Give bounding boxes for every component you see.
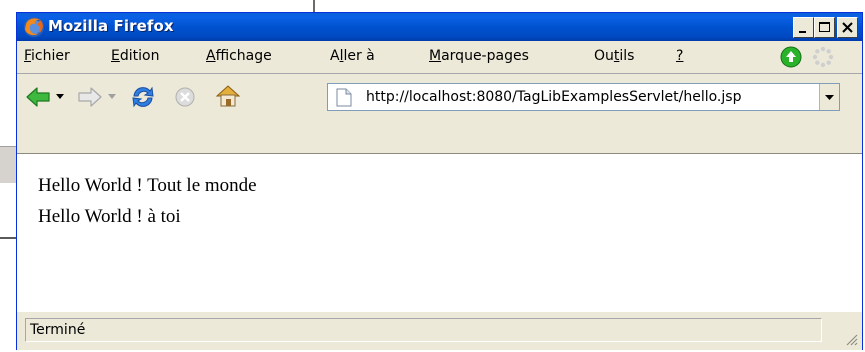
menu-marque-pages[interactable]: Marque-pages <box>429 48 529 64</box>
minimize-button[interactable] <box>793 17 814 38</box>
menu-aller-a[interactable]: Aller à <box>330 48 375 64</box>
background-panel <box>0 146 16 183</box>
menu-bar: Fichier Edition Affichage Aller à Marque… <box>17 41 862 73</box>
url-text[interactable]: http://localhost:8080/TagLibExamplesServ… <box>366 89 836 105</box>
title-bar[interactable]: Mozilla Firefox <box>17 13 862 41</box>
content-line: Hello World ! à toi <box>38 206 181 227</box>
menu-label-part: Ou <box>594 48 614 64</box>
menu-accelerator: A <box>206 48 216 64</box>
status-bar: Terminé <box>17 311 862 350</box>
stop-icon[interactable] <box>173 85 197 109</box>
menu-accelerator: E <box>111 48 120 64</box>
menu-edition[interactable]: Edition <box>111 48 159 64</box>
forward-dropdown-icon[interactable] <box>107 93 117 101</box>
menu-accelerator: ? <box>676 48 684 64</box>
status-text: Terminé <box>25 318 822 342</box>
throbber-icon <box>812 46 834 68</box>
background-line <box>0 237 16 239</box>
reload-icon[interactable] <box>129 83 157 111</box>
menu-label-part: A <box>330 48 340 64</box>
forward-arrow-icon[interactable] <box>77 85 103 109</box>
maximize-button[interactable] <box>814 17 835 38</box>
page-content: Hello World ! Tout le monde Hello World … <box>17 153 862 312</box>
menu-fichier[interactable]: Fichier <box>24 48 70 64</box>
menu-accelerator: F <box>24 48 32 64</box>
page-icon <box>336 88 352 107</box>
menu-accelerator: M <box>429 48 442 64</box>
close-icon <box>842 22 853 33</box>
maximize-icon <box>819 22 830 32</box>
minimize-icon <box>799 31 806 33</box>
resize-grip-icon[interactable] <box>844 332 858 346</box>
menu-affichage[interactable]: Affichage <box>206 48 272 64</box>
menu-label-part: ler à <box>343 48 375 64</box>
address-bar[interactable]: http://localhost:8080/TagLibExamplesServ… <box>327 83 840 111</box>
content-line: Hello World ! Tout le monde <box>38 175 257 196</box>
chevron-down-icon <box>825 95 834 100</box>
menu-label-part: ils <box>619 48 635 64</box>
url-history-dropdown[interactable] <box>819 84 839 110</box>
menu-label-part: dition <box>119 48 160 64</box>
firefox-icon <box>24 17 44 37</box>
navigation-toolbar: http://localhost:8080/TagLibExamplesServ… <box>17 74 862 120</box>
menu-label-part: ichier <box>31 48 70 64</box>
back-dropdown-icon[interactable] <box>55 93 65 101</box>
menu-label-part: ffichage <box>215 48 272 64</box>
browser-window: Mozilla Firefox Fichier Edition Affichag… <box>16 12 863 350</box>
home-icon[interactable] <box>214 82 242 110</box>
update-available-icon[interactable] <box>779 45 803 69</box>
menu-help[interactable]: ? <box>676 48 683 64</box>
menu-outils[interactable]: Outils <box>594 48 634 64</box>
menu-label-part: arque-pages <box>441 48 529 64</box>
back-arrow-icon[interactable] <box>25 85 51 109</box>
window-title: Mozilla Firefox <box>48 17 174 35</box>
close-button[interactable] <box>837 17 858 38</box>
